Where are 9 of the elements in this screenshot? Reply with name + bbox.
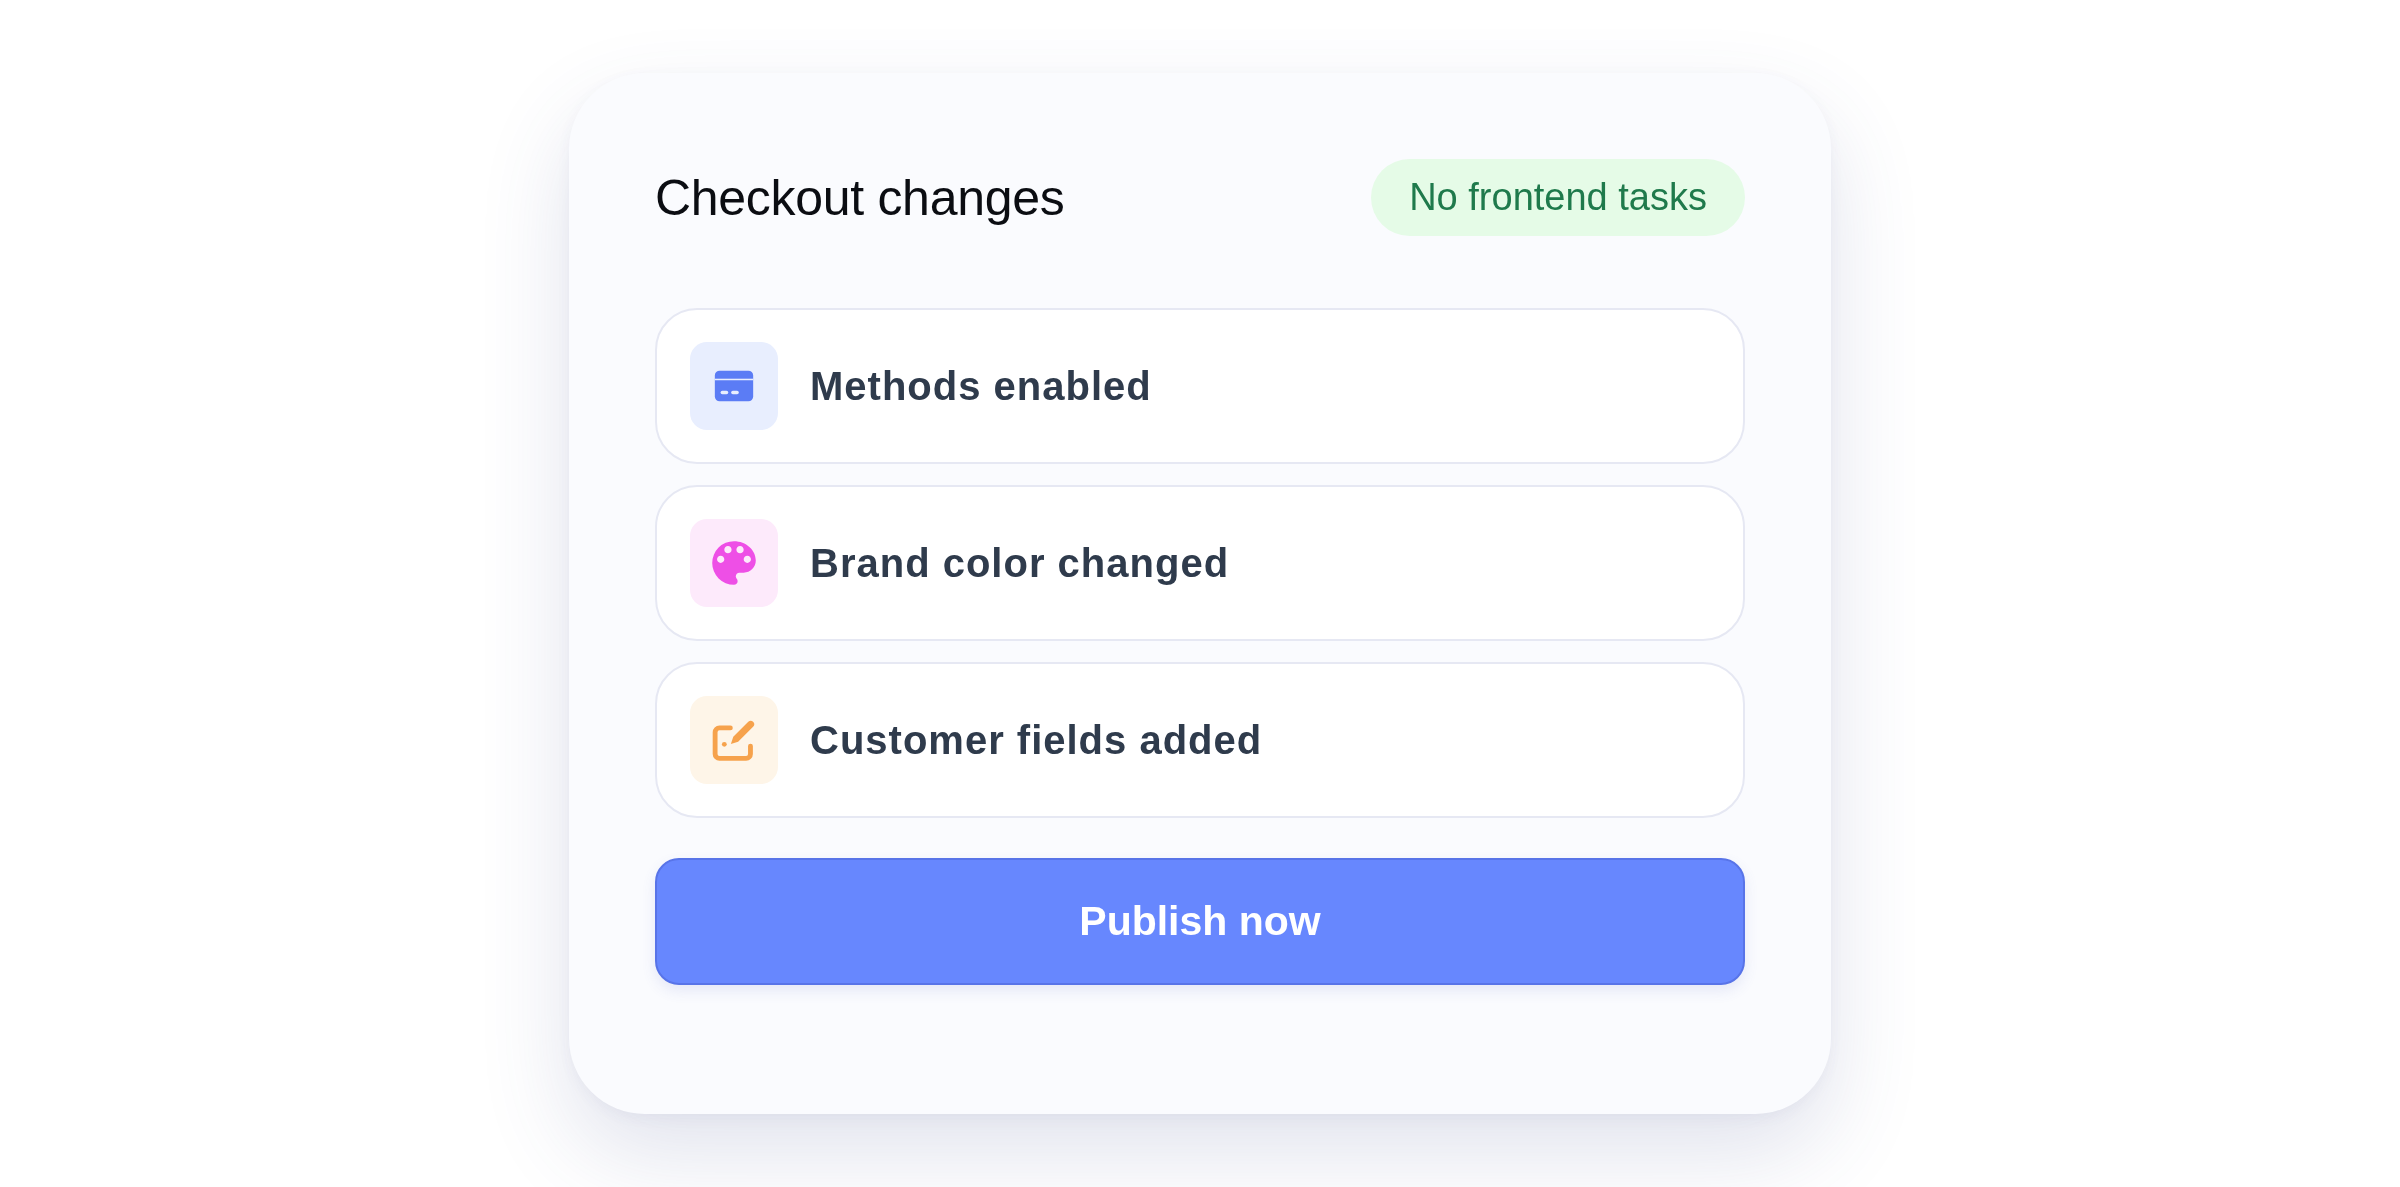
change-label: Customer fields added [810, 717, 1263, 763]
card-title: Checkout changes [655, 168, 1065, 227]
pencil-edit-icon [690, 696, 778, 784]
status-badge: No frontend tasks [1371, 159, 1745, 236]
publish-button[interactable]: Publish now [655, 858, 1745, 985]
change-label: Brand color changed [810, 540, 1230, 586]
palette-icon [690, 519, 778, 607]
change-label: Methods enabled [810, 363, 1152, 409]
credit-card-icon [690, 342, 778, 430]
